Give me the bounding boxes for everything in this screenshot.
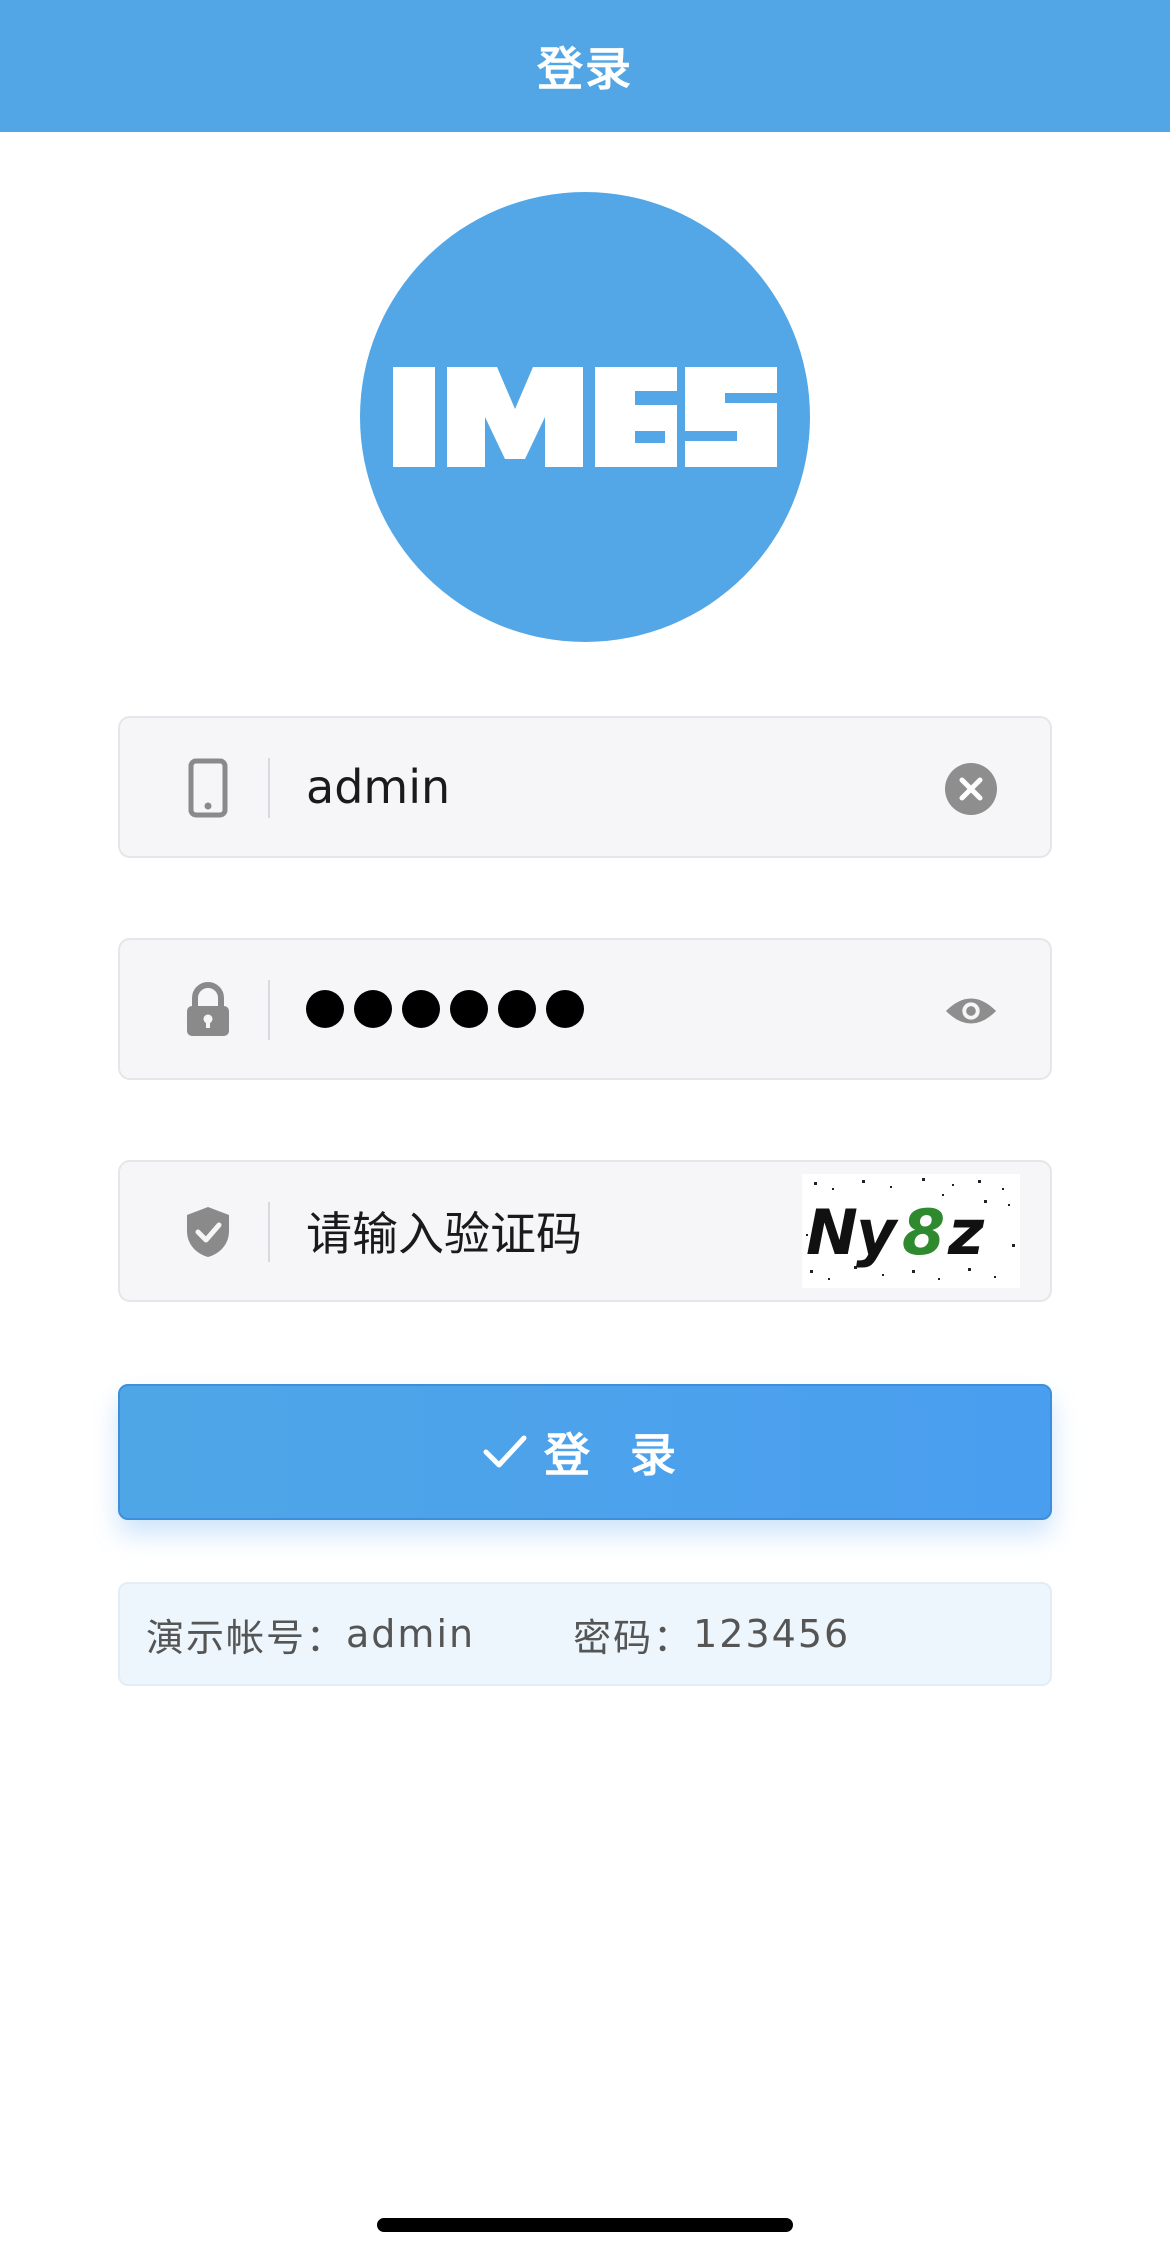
phone-icon xyxy=(180,758,236,818)
svg-text:z: z xyxy=(947,1196,985,1269)
demo-password-value: 123456 xyxy=(693,1612,851,1656)
svg-text:8: 8 xyxy=(902,1196,945,1269)
logo-text-graphic xyxy=(393,367,777,467)
page-title: 登录 xyxy=(537,42,633,96)
login-button-label: 登 录 xyxy=(543,1428,688,1482)
login-button[interactable]: 登 录 xyxy=(118,1384,1052,1520)
svg-text:y: y xyxy=(856,1196,899,1269)
field-divider xyxy=(268,758,270,818)
captcha-image[interactable]: N y 8 z xyxy=(802,1174,1020,1288)
login-page: 登录 admin 请输入验证码 N y 8 z 登 录 演示帐号： admin … xyxy=(0,0,1170,2260)
captcha-field[interactable]: 请输入验证码 N y 8 z xyxy=(118,1160,1052,1302)
password-mask xyxy=(306,990,584,1028)
username-field[interactable]: admin xyxy=(118,716,1052,858)
check-icon xyxy=(482,1432,528,1472)
svg-text:N: N xyxy=(806,1196,858,1269)
shield-check-icon xyxy=(180,1202,236,1262)
demo-password-label: 密码： xyxy=(573,1615,694,1660)
app-logo xyxy=(360,192,810,642)
lock-icon xyxy=(180,980,236,1040)
field-divider xyxy=(268,1202,270,1262)
eye-icon[interactable] xyxy=(944,984,998,1038)
field-divider xyxy=(268,980,270,1040)
password-input[interactable] xyxy=(306,940,584,1078)
password-field[interactable] xyxy=(118,938,1052,1080)
captcha-input[interactable]: 请输入验证码 xyxy=(306,1162,582,1300)
home-indicator xyxy=(377,2218,793,2232)
demo-credentials: 演示帐号： admin 密码： 123456 xyxy=(118,1582,1052,1686)
top-bar: 登录 xyxy=(0,0,1170,132)
clear-icon[interactable] xyxy=(944,762,998,816)
demo-account-label: 演示帐号： xyxy=(146,1615,347,1660)
username-input[interactable]: admin xyxy=(306,718,450,856)
demo-account-value: admin xyxy=(346,1612,476,1656)
